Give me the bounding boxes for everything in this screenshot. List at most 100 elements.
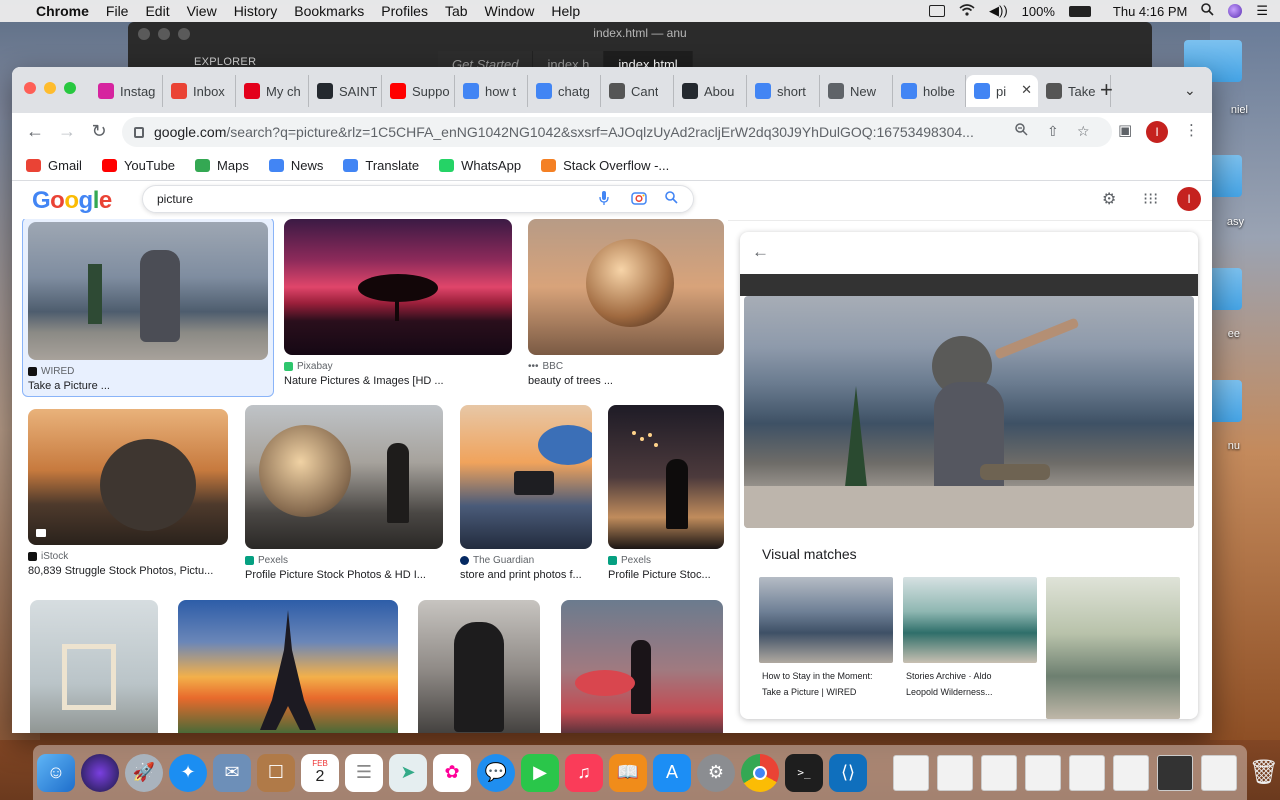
browser-tab[interactable]: Abou bbox=[674, 75, 747, 107]
browser-tab[interactable]: holbe bbox=[893, 75, 966, 107]
result-title[interactable]: Profile Picture Stoc... bbox=[608, 569, 724, 581]
dock-recent-document[interactable] bbox=[1201, 754, 1237, 791]
result-thumbnail[interactable] bbox=[28, 222, 268, 360]
result-thumbnail[interactable] bbox=[528, 219, 724, 355]
tab-search-icon[interactable]: ⌄ bbox=[1184, 82, 1196, 99]
dock-recent-document[interactable] bbox=[1157, 754, 1193, 791]
menu-edit[interactable]: Edit bbox=[145, 3, 169, 19]
safari-icon[interactable]: ✦ bbox=[169, 753, 207, 792]
close-window-button[interactable] bbox=[24, 82, 36, 94]
bookmark-item[interactable]: Maps bbox=[195, 158, 249, 173]
result-thumbnail[interactable] bbox=[418, 600, 540, 733]
search-query[interactable]: picture bbox=[157, 192, 193, 206]
result-title[interactable]: Take a Picture ... bbox=[28, 380, 268, 392]
result-card-pixabay[interactable]: Pixabay Nature Pictures & Images [HD ... bbox=[284, 219, 512, 387]
system-preferences-icon[interactable]: ⚙ bbox=[697, 753, 735, 792]
visual-match-item[interactable] bbox=[1046, 577, 1180, 719]
trash-icon[interactable]: 🗑 bbox=[1245, 754, 1280, 792]
app-store-icon[interactable]: A bbox=[653, 753, 691, 792]
settings-gear-icon[interactable]: ⚙ bbox=[1102, 189, 1116, 209]
google-search-box[interactable]: picture bbox=[142, 185, 694, 213]
result-thumbnail[interactable] bbox=[284, 219, 512, 355]
vscode-dock-icon[interactable]: ⟨⟩ bbox=[829, 753, 867, 792]
visual-match-thumbnail[interactable] bbox=[1046, 577, 1180, 719]
url-text[interactable]: google.com/search?q=picture&rlz=1C5CHFA_… bbox=[154, 124, 1024, 140]
reload-button[interactable]: ↻ bbox=[88, 121, 110, 142]
finder-icon[interactable]: ☺ bbox=[37, 753, 75, 792]
preview-image[interactable] bbox=[744, 296, 1194, 528]
bookmark-item[interactable]: News bbox=[268, 158, 323, 173]
result-thumbnail[interactable] bbox=[28, 409, 228, 545]
visual-match-text-2[interactable]: Leopold Wilderness... bbox=[906, 684, 1037, 700]
apps-grid-icon[interactable]: ⁝⁝⁝ bbox=[1143, 189, 1158, 209]
browser-tab[interactable]: My ch bbox=[236, 75, 309, 107]
browser-tab[interactable]: short bbox=[747, 75, 820, 107]
side-panel-icon[interactable]: ▣ bbox=[1118, 121, 1132, 139]
forward-button[interactable]: → bbox=[56, 121, 78, 142]
google-logo[interactable]: Google bbox=[32, 187, 112, 215]
visual-match-item[interactable]: Stories Archive · Aldo Leopold Wilderness… bbox=[903, 577, 1037, 700]
back-arrow-icon[interactable]: ← bbox=[752, 242, 769, 262]
chrome-menu-icon[interactable]: ⋮ bbox=[1184, 121, 1199, 139]
visual-match-item[interactable]: How to Stay in the Moment: Take a Picture… bbox=[759, 577, 893, 700]
visual-match-thumbnail[interactable] bbox=[759, 577, 893, 663]
bookmark-item[interactable]: Gmail bbox=[26, 158, 82, 173]
result-card-pexels-1[interactable]: Pexels Profile Picture Stock Photos & HD… bbox=[245, 405, 443, 581]
result-thumbnail[interactable] bbox=[178, 600, 398, 733]
profile-avatar[interactable]: I bbox=[1146, 121, 1168, 143]
search-icon[interactable] bbox=[665, 191, 678, 207]
result-card-row3-4[interactable] bbox=[561, 600, 723, 733]
minimize-window-button[interactable] bbox=[44, 82, 56, 94]
back-button[interactable]: ← bbox=[24, 121, 46, 142]
browser-tab[interactable]: chatg bbox=[528, 75, 601, 107]
dock-recent-document[interactable] bbox=[1025, 754, 1061, 791]
result-card-bbc[interactable]: ••• BBC beauty of trees ... bbox=[528, 219, 724, 387]
siri-icon[interactable] bbox=[1228, 4, 1243, 18]
zoom-icon[interactable] bbox=[1015, 123, 1028, 139]
menu-bookmarks[interactable]: Bookmarks bbox=[294, 3, 364, 19]
menu-history[interactable]: History bbox=[234, 3, 278, 19]
browser-tab[interactable]: Inbox bbox=[163, 75, 236, 107]
zoom-window-button[interactable] bbox=[64, 82, 76, 94]
contacts-icon[interactable]: ☐ bbox=[257, 753, 295, 792]
browser-tab[interactable]: Cant bbox=[601, 75, 674, 107]
clock[interactable]: Thu 4:16 PM bbox=[1113, 4, 1187, 19]
calendar-icon[interactable]: FEB 2 bbox=[301, 753, 339, 792]
photos-icon[interactable]: ✿ bbox=[433, 753, 471, 792]
wifi-icon[interactable] bbox=[959, 3, 975, 19]
dock-recent-document[interactable] bbox=[937, 754, 973, 791]
menu-window[interactable]: Window bbox=[485, 3, 535, 19]
battery-icon[interactable] bbox=[1068, 5, 1091, 17]
browser-tab[interactable]: Suppo bbox=[382, 75, 455, 107]
browser-tab[interactable]: pi ✕ bbox=[966, 75, 1038, 107]
result-thumbnail[interactable] bbox=[30, 600, 158, 733]
facetime-icon[interactable]: ▶ bbox=[521, 753, 559, 792]
result-card-row3-2[interactable] bbox=[178, 600, 398, 733]
bookmark-item[interactable]: WhatsApp bbox=[439, 158, 521, 173]
bookmark-item[interactable]: YouTube bbox=[101, 158, 175, 173]
close-tab-icon[interactable]: ✕ bbox=[1021, 82, 1032, 98]
google-profile-avatar[interactable]: I bbox=[1177, 187, 1201, 211]
visual-match-text-1[interactable]: How to Stay in the Moment: bbox=[762, 668, 893, 684]
menu-app-name[interactable]: Chrome bbox=[36, 3, 89, 19]
terminal-icon[interactable]: >_ bbox=[785, 753, 823, 792]
result-thumbnail[interactable] bbox=[608, 405, 724, 549]
new-tab-button[interactable]: + bbox=[1100, 79, 1113, 101]
menu-view[interactable]: View bbox=[187, 3, 217, 19]
lock-icon[interactable] bbox=[134, 126, 144, 138]
launchpad-icon[interactable]: 🚀 bbox=[125, 753, 163, 792]
airplay-icon[interactable] bbox=[929, 5, 945, 17]
result-card-istock[interactable]: iStock 80,839 Struggle Stock Photos, Pic… bbox=[28, 409, 228, 577]
result-title[interactable]: store and print photos f... bbox=[460, 569, 592, 581]
result-title[interactable]: Profile Picture Stock Photos & HD I... bbox=[245, 569, 443, 581]
bookmark-item[interactable]: Translate bbox=[343, 158, 419, 173]
result-card-row3-3[interactable] bbox=[418, 600, 540, 733]
spotlight-icon[interactable] bbox=[1201, 3, 1214, 19]
result-title[interactable]: Nature Pictures & Images [HD ... bbox=[284, 375, 512, 387]
browser-tab[interactable]: SAINT bbox=[309, 75, 382, 107]
volume-icon[interactable]: ◀)) bbox=[989, 3, 1008, 19]
result-thumbnail[interactable] bbox=[561, 600, 723, 733]
result-card-wired[interactable]: WIRED Take a Picture ... bbox=[22, 219, 274, 397]
share-icon[interactable]: ⇧ bbox=[1047, 123, 1059, 140]
dock-recent-document[interactable] bbox=[893, 754, 929, 791]
